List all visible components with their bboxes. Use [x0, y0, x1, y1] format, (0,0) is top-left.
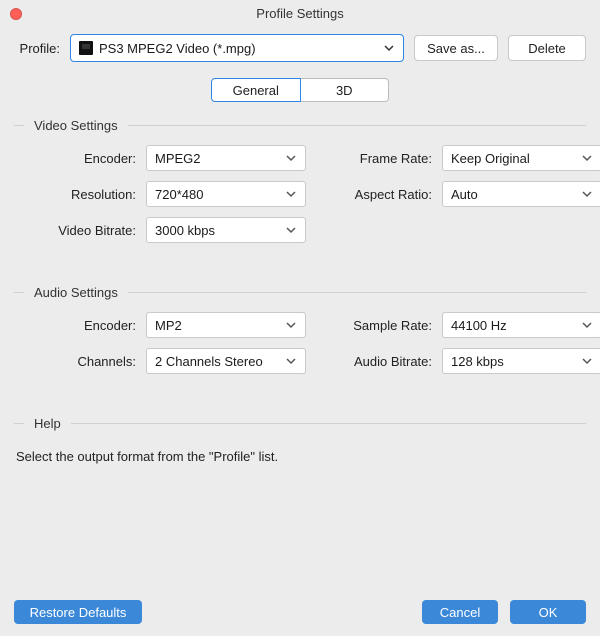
- window-title: Profile Settings: [256, 6, 343, 21]
- audio-settings-group: Audio Settings Encoder: MP2 Sample Rate:…: [14, 285, 586, 374]
- chevron-down-icon: [285, 188, 297, 200]
- restore-defaults-button[interactable]: Restore Defaults: [14, 600, 142, 624]
- channels-label: Channels:: [18, 354, 138, 369]
- resolution-value: 720*480: [155, 187, 203, 202]
- video-encoder-select[interactable]: MPEG2: [146, 145, 306, 171]
- video-bitrate-select[interactable]: 3000 kbps: [146, 217, 306, 243]
- chevron-down-icon: [285, 224, 297, 236]
- chevron-down-icon: [581, 319, 593, 331]
- device-icon: [79, 41, 93, 55]
- sample-rate-value: 44100 Hz: [451, 318, 507, 333]
- aspect-ratio-select[interactable]: Auto: [442, 181, 600, 207]
- save-as-button[interactable]: Save as...: [414, 35, 498, 61]
- help-group: Help Select the output format from the "…: [14, 416, 586, 470]
- chevron-down-icon: [285, 319, 297, 331]
- video-encoder-label: Encoder:: [18, 151, 138, 166]
- video-settings-legend: Video Settings: [34, 118, 118, 133]
- audio-encoder-value: MP2: [155, 318, 182, 333]
- audio-bitrate-value: 128 kbps: [451, 354, 504, 369]
- channels-value: 2 Channels Stereo: [155, 354, 263, 369]
- divider: [128, 125, 586, 126]
- titlebar: Profile Settings: [0, 0, 600, 28]
- tab-segmented: General 3D: [211, 78, 389, 102]
- chevron-down-icon: [581, 355, 593, 367]
- footer: Restore Defaults Cancel OK: [0, 600, 600, 624]
- frame-rate-value: Keep Original: [451, 151, 530, 166]
- ok-label: OK: [539, 605, 558, 620]
- tab-general-label: General: [233, 83, 279, 98]
- chevron-down-icon: [581, 152, 593, 164]
- delete-button[interactable]: Delete: [508, 35, 586, 61]
- audio-encoder-select[interactable]: MP2: [146, 312, 306, 338]
- audio-bitrate-select[interactable]: 128 kbps: [442, 348, 600, 374]
- video-settings-group: Video Settings Encoder: MPEG2 Frame Rate…: [14, 118, 586, 243]
- video-bitrate-label: Video Bitrate:: [18, 223, 138, 238]
- chevron-down-icon: [581, 188, 593, 200]
- resolution-label: Resolution:: [18, 187, 138, 202]
- sample-rate-select[interactable]: 44100 Hz: [442, 312, 600, 338]
- audio-bitrate-label: Audio Bitrate:: [314, 354, 434, 369]
- cancel-label: Cancel: [440, 605, 480, 620]
- save-as-label: Save as...: [427, 41, 485, 56]
- sample-rate-label: Sample Rate:: [314, 318, 434, 333]
- tab-3d-label: 3D: [336, 83, 353, 98]
- divider: [14, 125, 24, 126]
- chevron-down-icon: [285, 355, 297, 367]
- delete-label: Delete: [528, 41, 566, 56]
- close-icon[interactable]: [10, 8, 22, 20]
- help-text: Select the output format from the "Profi…: [14, 443, 586, 470]
- profile-select-value: PS3 MPEG2 Video (*.mpg): [99, 41, 256, 56]
- audio-encoder-label: Encoder:: [18, 318, 138, 333]
- ok-button[interactable]: OK: [510, 600, 586, 624]
- frame-rate-select[interactable]: Keep Original: [442, 145, 600, 171]
- aspect-ratio-label: Aspect Ratio:: [314, 187, 434, 202]
- chevron-down-icon: [285, 152, 297, 164]
- profile-row: Profile: PS3 MPEG2 Video (*.mpg) Save as…: [0, 30, 600, 66]
- help-legend: Help: [34, 416, 61, 431]
- restore-defaults-label: Restore Defaults: [30, 605, 127, 620]
- video-encoder-value: MPEG2: [155, 151, 201, 166]
- resolution-select[interactable]: 720*480: [146, 181, 306, 207]
- audio-settings-legend: Audio Settings: [34, 285, 118, 300]
- chevron-down-icon: [383, 42, 395, 54]
- frame-rate-label: Frame Rate:: [314, 151, 434, 166]
- profile-select[interactable]: PS3 MPEG2 Video (*.mpg): [70, 34, 404, 62]
- divider: [128, 292, 586, 293]
- video-bitrate-value: 3000 kbps: [155, 223, 215, 238]
- aspect-ratio-value: Auto: [451, 187, 478, 202]
- tab-3d[interactable]: 3D: [301, 78, 390, 102]
- channels-select[interactable]: 2 Channels Stereo: [146, 348, 306, 374]
- divider: [14, 292, 24, 293]
- divider: [14, 423, 24, 424]
- profile-label: Profile:: [14, 41, 60, 56]
- tab-general[interactable]: General: [211, 78, 301, 102]
- cancel-button[interactable]: Cancel: [422, 600, 498, 624]
- divider: [71, 423, 586, 424]
